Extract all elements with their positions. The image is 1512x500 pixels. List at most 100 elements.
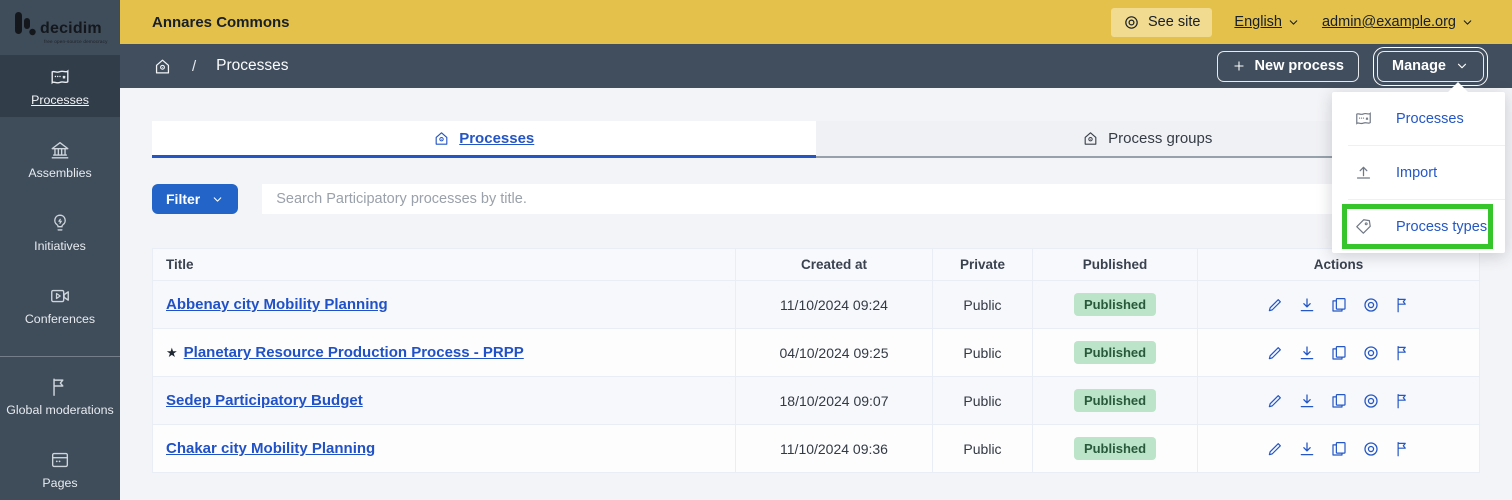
export-button[interactable] — [1298, 296, 1316, 314]
upload-icon — [1354, 163, 1373, 182]
pencil-icon — [1266, 296, 1284, 314]
sidebar-item-assemblies[interactable]: Assemblies — [0, 128, 120, 190]
sidebar-item-pages[interactable]: Pages — [0, 438, 120, 500]
created-at-cell: 11/10/2024 09:24 — [735, 280, 933, 329]
table-row: Chakar city Mobility Planning 11/10/2024… — [152, 424, 1480, 473]
sidebar-nav: Processes Assemblies Initiatives Confere… — [0, 55, 120, 500]
sidebar-item-processes[interactable]: Processes — [0, 55, 120, 117]
processes-table: Title Created at Private Published Actio… — [152, 248, 1480, 473]
process-title-link[interactable]: Planetary Resource Production Process - … — [184, 344, 524, 361]
breadcrumb: / Processes — [153, 57, 289, 76]
menu-item-label: Processes — [1396, 110, 1464, 127]
chevron-down-icon — [211, 193, 224, 206]
eye-icon — [1362, 440, 1380, 458]
pencil-icon — [1266, 344, 1284, 362]
moderations-button[interactable] — [1394, 344, 1412, 362]
status-badge: Published — [1073, 341, 1157, 364]
export-button[interactable] — [1298, 344, 1316, 362]
search-input[interactable] — [262, 184, 1479, 214]
column-header-actions: Actions — [1197, 248, 1480, 281]
status-badge: Published — [1073, 437, 1157, 460]
see-site-label: See site — [1148, 14, 1201, 30]
flag-icon — [1394, 392, 1412, 410]
window-icon — [49, 449, 71, 471]
decidim-logo-icon — [15, 11, 36, 35]
filter-button[interactable]: Filter — [152, 184, 239, 214]
preview-button[interactable] — [1362, 296, 1380, 314]
export-button[interactable] — [1298, 392, 1316, 410]
table-row: ★ Planetary Resource Production Process -… — [152, 328, 1480, 377]
menu-item-import[interactable]: Import — [1332, 146, 1505, 199]
duplicate-button[interactable] — [1330, 344, 1348, 362]
breadcrumb-bar: / Processes New process Manage — [120, 44, 1512, 88]
breadcrumb-bar-actions: New process Manage — [1216, 46, 1488, 86]
download-icon — [1298, 440, 1316, 458]
private-cell: Public — [932, 376, 1033, 425]
preview-button[interactable] — [1362, 440, 1380, 458]
edit-button[interactable] — [1266, 296, 1284, 314]
sidebar-item-global-moderations[interactable]: Global moderations — [0, 365, 120, 427]
preview-button[interactable] — [1362, 344, 1380, 362]
map-icon — [1354, 109, 1373, 128]
copy-icon — [1330, 392, 1348, 410]
manage-button[interactable]: Manage — [1373, 46, 1488, 86]
eye-icon — [1362, 344, 1380, 362]
top-bar-right: See site English admin@example.org — [1111, 7, 1474, 37]
duplicate-button[interactable] — [1330, 296, 1348, 314]
bank-icon — [49, 139, 71, 161]
edit-button[interactable] — [1266, 392, 1284, 410]
copy-icon — [1330, 440, 1348, 458]
moderations-button[interactable] — [1394, 392, 1412, 410]
duplicate-button[interactable] — [1330, 440, 1348, 458]
flag-icon — [49, 376, 71, 398]
private-cell: Public — [932, 424, 1033, 473]
organization-name: Annares Commons — [152, 13, 290, 31]
sidebar-item-initiatives[interactable]: Initiatives — [0, 201, 120, 263]
preview-button[interactable] — [1362, 392, 1380, 410]
moderations-button[interactable] — [1394, 440, 1412, 458]
see-site-link[interactable]: See site — [1111, 7, 1213, 37]
edit-button[interactable] — [1266, 344, 1284, 362]
download-icon — [1298, 344, 1316, 362]
admin-sidebar: decidim free open-source democracy Proce… — [0, 0, 120, 500]
map-icon — [49, 66, 71, 88]
duplicate-button[interactable] — [1330, 392, 1348, 410]
account-menu[interactable]: admin@example.org — [1322, 14, 1474, 30]
eye-icon — [1362, 296, 1380, 314]
language-label: English — [1234, 14, 1282, 30]
export-button[interactable] — [1298, 440, 1316, 458]
menu-item-processes[interactable]: Processes — [1332, 92, 1505, 145]
chevron-down-icon — [1455, 59, 1469, 73]
pencil-icon — [1266, 392, 1284, 410]
plus-icon — [1232, 59, 1246, 73]
sidebar-item-conferences[interactable]: Conferences — [0, 274, 120, 336]
tab-processes[interactable]: Processes — [152, 121, 816, 158]
process-title-link[interactable]: Abbenay city Mobility Planning — [166, 296, 388, 313]
process-title-link[interactable]: Chakar city Mobility Planning — [166, 440, 375, 457]
edit-button[interactable] — [1266, 440, 1284, 458]
sidebar-item-label: Pages — [42, 476, 78, 490]
video-icon — [49, 285, 71, 307]
breadcrumb-separator: / — [192, 57, 197, 75]
logo-tagline: free open-source democracy — [44, 38, 108, 44]
new-process-button[interactable]: New process — [1216, 50, 1359, 82]
main-content: Processes Process groups Filter Title Cr… — [120, 88, 1512, 500]
flag-icon — [1394, 344, 1412, 362]
eye-icon — [1123, 14, 1140, 31]
process-title-link[interactable]: Sedep Participatory Budget — [166, 392, 363, 409]
download-icon — [1298, 296, 1316, 314]
decidim-logo[interactable]: decidim free open-source democracy — [0, 0, 120, 55]
table-row: Sedep Participatory Budget 18/10/2024 09… — [152, 376, 1480, 425]
tab-label: Processes — [459, 129, 535, 147]
flag-icon — [1394, 440, 1412, 458]
filter-row: Filter — [152, 184, 1479, 214]
language-selector[interactable]: English — [1234, 14, 1300, 30]
chevron-down-icon — [1461, 16, 1474, 29]
private-cell: Public — [932, 280, 1033, 329]
row-actions — [1198, 425, 1479, 472]
home-icon[interactable] — [153, 57, 172, 76]
sidebar-item-label: Initiatives — [34, 239, 86, 253]
menu-item-process-types[interactable]: Process types — [1332, 200, 1505, 253]
dropdown-caret — [1448, 82, 1468, 92]
moderations-button[interactable] — [1394, 296, 1412, 314]
